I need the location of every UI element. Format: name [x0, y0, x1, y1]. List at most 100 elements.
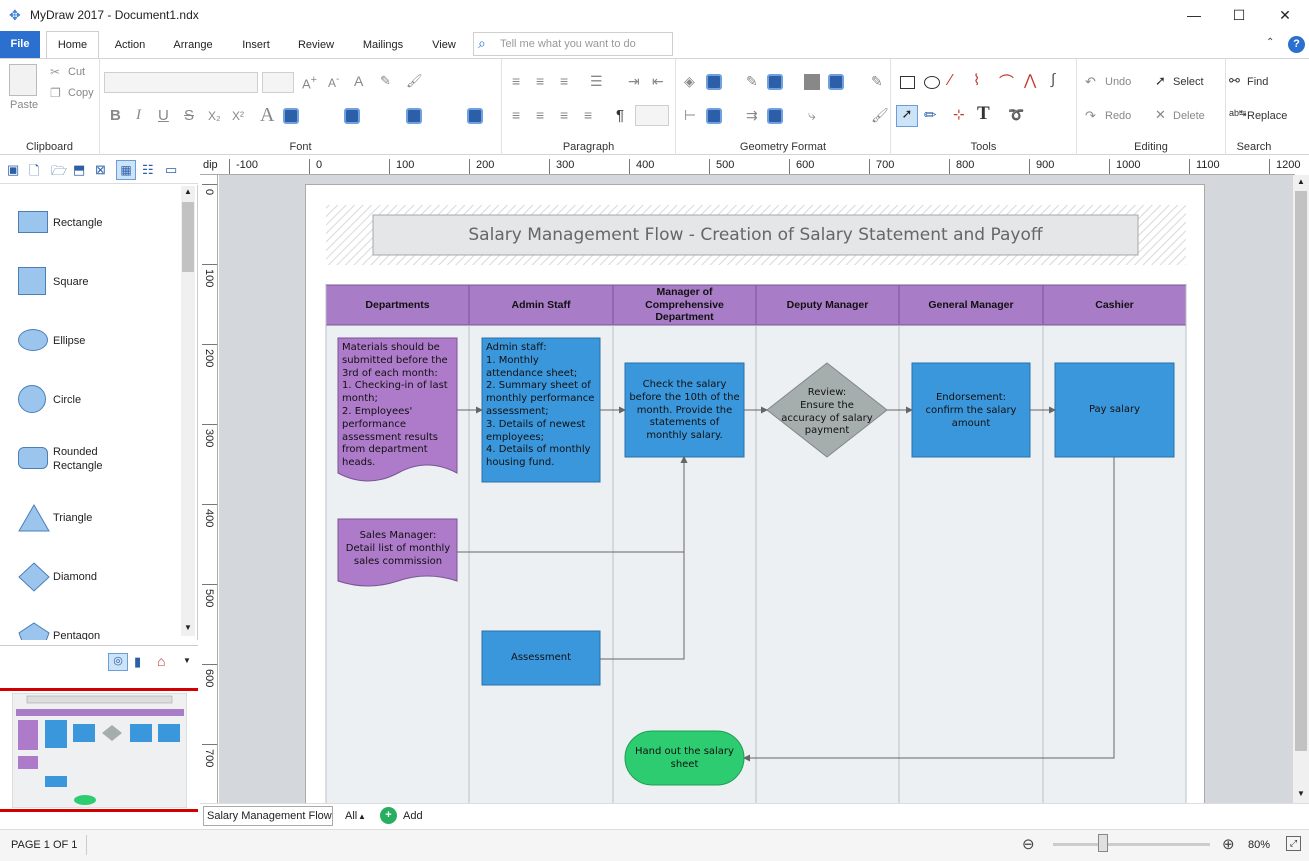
delete-button[interactable]: Delete [1173, 110, 1205, 122]
scroll-down-icon[interactable]: ▼ [181, 622, 195, 634]
shadow-icon[interactable] [804, 74, 820, 90]
fill-bucket-icon[interactable]: ◈ [684, 73, 695, 90]
scroll-up-icon[interactable]: ▲ [181, 186, 195, 198]
tab-action[interactable]: Action [106, 31, 154, 59]
shape-ellipse[interactable]: Ellipse [18, 326, 180, 385]
help-icon[interactable]: ? [1288, 36, 1305, 53]
minimize-button[interactable]: — [1171, 0, 1217, 31]
geometry-eyedropper-icon[interactable]: ✎ [871, 73, 883, 90]
align-left-icon[interactable]: ≡ [512, 107, 520, 123]
subscript-button[interactable]: X₂ [208, 109, 221, 123]
zoom-slider-thumb[interactable] [1097, 834, 1108, 852]
text-fill-options-icon[interactable] [406, 108, 422, 124]
text-tool-icon[interactable]: T [977, 103, 990, 125]
line-end-icon[interactable]: ⇉ [746, 107, 758, 124]
redo-button[interactable]: Redo [1105, 110, 1131, 122]
shapes-scrollbar[interactable]: ▲ ▼ [181, 186, 195, 636]
shape-pentagon[interactable]: Pentagon [18, 621, 180, 640]
bold-button[interactable]: B [110, 107, 121, 124]
strikethrough-button[interactable]: S [184, 107, 194, 124]
all-pages-button[interactable]: All [345, 810, 357, 822]
line-color-icon[interactable]: ✎ [746, 73, 758, 90]
geometry-brush-icon[interactable]: 🖌 [871, 107, 889, 124]
italic-button[interactable]: I [136, 107, 141, 124]
font-family-select[interactable] [104, 72, 258, 93]
pilcrow-button[interactable]: ¶ [616, 107, 624, 124]
line-start-options-icon[interactable] [706, 108, 722, 124]
collapse-ribbon-icon[interactable]: ⌃ [1266, 37, 1274, 48]
highlight-options-icon[interactable] [344, 108, 360, 124]
save-icon[interactable]: ▣ [7, 162, 19, 178]
all-pages-dropdown-icon[interactable]: ▲ [358, 812, 366, 821]
tab-mailings[interactable]: Mailings [352, 31, 414, 59]
shadow-options-icon[interactable] [828, 74, 844, 90]
clear-format-icon[interactable]: A [354, 73, 363, 89]
curve-tool-icon[interactable]: ∫ [1051, 71, 1055, 88]
fit-page-icon[interactable]: ⤢ [1286, 836, 1301, 851]
line-tool-icon[interactable]: ⁄ [949, 72, 952, 90]
line-start-icon[interactable]: ⊢ [684, 107, 696, 124]
lane-header[interactable]: Admin Staff [469, 285, 613, 325]
line-options-icon[interactable] [767, 74, 783, 90]
shape-rectangle[interactable]: Rectangle [18, 208, 180, 267]
connector-tool-icon[interactable]: ⌇ [973, 71, 980, 89]
tab-insert[interactable]: Insert [232, 31, 280, 59]
copy-button[interactable]: Copy [68, 87, 94, 99]
superscript-button[interactable]: X² [232, 109, 244, 123]
spacing-select[interactable] [635, 105, 669, 126]
tab-view[interactable]: View [424, 31, 464, 59]
home-icon[interactable]: ⌂ [157, 653, 165, 669]
new-library-icon[interactable]: 🗋 [29, 162, 39, 184]
shrink-font-icon[interactable]: A- [328, 74, 339, 90]
align-right-icon[interactable]: ≡ [560, 107, 568, 123]
lane-header[interactable]: Deputy Manager [756, 285, 899, 325]
canvas-scroll-up-icon[interactable]: ▲ [1293, 177, 1309, 189]
canvas-scroll-thumb[interactable] [1295, 191, 1307, 751]
font-size-select[interactable] [262, 72, 294, 93]
font-color-button[interactable]: A [260, 104, 274, 127]
ellipse-tool-icon[interactable] [924, 76, 940, 89]
justify-icon[interactable]: ≡ [584, 107, 592, 123]
select-button[interactable]: Select [1173, 76, 1204, 88]
corner-icon[interactable]: ⤷ [808, 107, 816, 124]
compact-view-icon[interactable]: ▭ [165, 162, 177, 178]
save-library-icon[interactable]: ⬒ [73, 162, 85, 178]
lane-header[interactable]: Manager of Comprehensive Department [613, 285, 756, 325]
eyedropper-icon[interactable]: ✎ [380, 73, 391, 89]
replace-button[interactable]: Replace [1247, 110, 1287, 122]
add-page-icon[interactable]: + [380, 807, 397, 824]
close-button[interactable]: ✕ [1262, 0, 1308, 31]
zoom-out-icon[interactable]: ⊖ [1022, 835, 1035, 853]
tab-arrange[interactable]: Arrange [164, 31, 222, 59]
font-color-options-icon[interactable] [283, 108, 299, 124]
scroll-thumb[interactable] [182, 202, 194, 272]
lane-header[interactable]: Cashier [1043, 285, 1186, 325]
align-bottom-icon[interactable]: ≡ [560, 73, 568, 89]
shape-rounded-rectangle[interactable]: Rounded Rectangle [18, 444, 180, 503]
zoom-slider-track[interactable] [1053, 843, 1210, 846]
bullets-icon[interactable]: ☰ [590, 73, 603, 90]
find-button[interactable]: Find [1247, 76, 1268, 88]
lane-header[interactable]: Departments [326, 285, 469, 325]
cut-button[interactable]: Cut [68, 66, 85, 78]
icons-view-icon[interactable]: ▦ [116, 160, 136, 180]
tab-file[interactable]: File [0, 31, 40, 58]
lane-header[interactable]: General Manager [899, 285, 1043, 325]
rectangle-tool-icon[interactable] [900, 76, 915, 89]
align-center-icon[interactable]: ≡ [536, 107, 544, 123]
maximize-button[interactable]: ☐ [1216, 0, 1262, 31]
format-painter-icon[interactable]: 🖌 [406, 73, 423, 89]
list-view-icon[interactable]: ☷ [142, 162, 154, 178]
underline-button[interactable]: U [158, 107, 169, 124]
pointer-tool-icon[interactable]: ➚ [896, 105, 918, 127]
shape-triangle[interactable]: Triangle [18, 503, 180, 562]
overview-panel[interactable] [0, 680, 198, 820]
pan-zoom-icon[interactable]: ◎ [108, 653, 128, 671]
tell-me-input[interactable]: Tell me what you want to do [473, 32, 673, 56]
polyline-tool-icon[interactable]: ⋀ [1024, 71, 1036, 89]
lasso-tool-icon[interactable]: ➰ [1008, 107, 1024, 123]
close-library-icon[interactable]: ⊠ [95, 162, 106, 178]
increase-indent-icon[interactable]: ⇥ [628, 73, 640, 90]
grow-font-icon[interactable]: A+ [302, 74, 317, 91]
tab-home[interactable]: Home [46, 31, 99, 59]
